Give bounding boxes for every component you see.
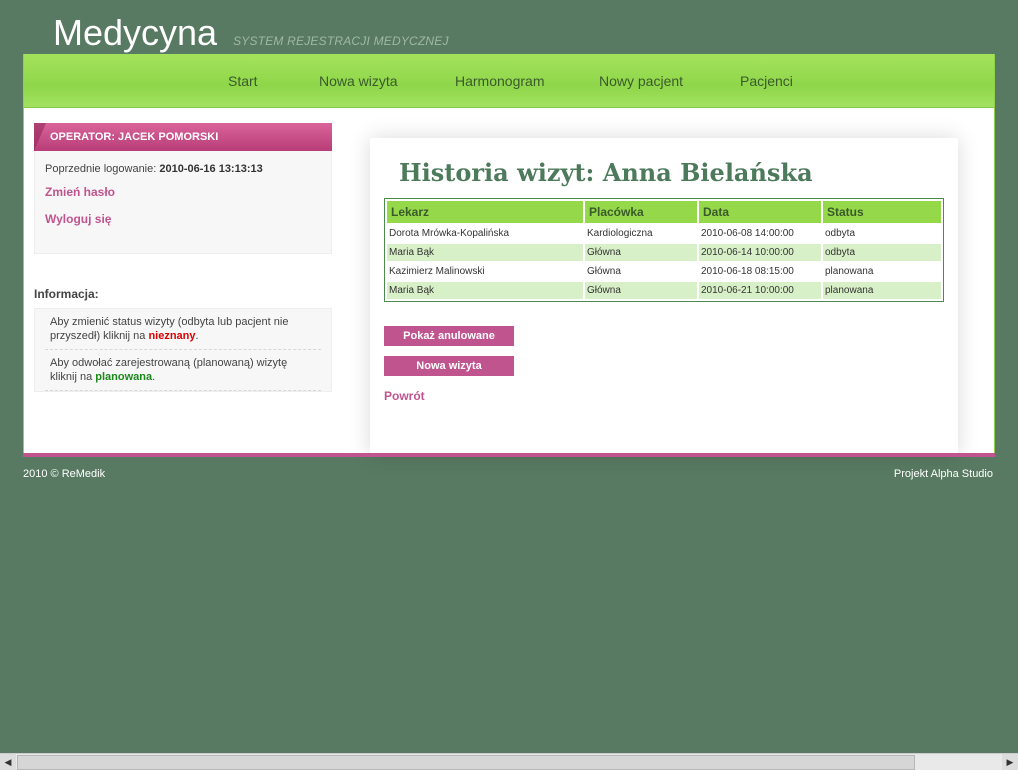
cell-status[interactable]: odbyta [823,244,941,261]
cell-doctor: Dorota Mrówka-Kopalińska [389,228,510,239]
last-login-value: 2010-06-16 13:13:13 [159,163,263,175]
info-keyword-unknown: nieznany [148,330,196,342]
cell-doctor: Kazimierz Malinowski [389,266,485,277]
cell-doctor: Maria Bąk [387,282,583,299]
site-title: Medycyna [53,12,218,53]
last-login-label: Poprzednie logowanie: [45,163,157,175]
cell-status[interactable]: planowana [823,282,941,299]
column-header-date: Data [699,201,821,223]
logout-link[interactable]: Wyloguj się [45,212,321,226]
visits-table: Lekarz Placówka Data Status Dorota Mrówk… [384,198,944,302]
sidebar: OPERATOR: JACEK POMORSKI Poprzednie logo… [34,123,332,392]
info-dot: . [152,371,156,383]
operator-header: OPERATOR: JACEK POMORSKI [34,123,332,151]
back-link[interactable]: Powrót [384,389,425,403]
cell-clinic: Główna [585,282,697,299]
cell-clinic: Główna [587,266,621,277]
info-item-cancel: Aby odwołać zarejestrowaną (planowaną) w… [45,350,321,391]
content-wrapper: Start Nowa wizyta Harmonogram Nowy pacje… [23,54,995,456]
cell-doctor: Maria Bąk [387,244,583,261]
cell-clinic: Główna [585,244,697,261]
column-header-doctor: Lekarz [387,201,583,223]
site-subtitle: SYSTEM REJESTRACJI MEDYCZNEJ [233,34,449,48]
cell-clinic: Kardiologiczna [587,228,653,239]
new-visit-button[interactable]: Nowa wizyta [384,356,514,376]
table-row: Maria Bąk Główna 2010-06-21 10:00:00 pla… [387,282,941,299]
cell-date: 2010-06-21 10:00:00 [699,282,821,299]
info-title: Informacja: [34,287,99,301]
scroll-left-icon[interactable]: ◀ [0,754,16,770]
change-password-link[interactable]: Zmień hasło [45,185,321,199]
brand: Medycyna SYSTEM REJESTRACJI MEDYCZNEJ [53,12,449,54]
column-header-status: Status [823,201,941,223]
scroll-right-icon[interactable]: ▶ [1002,754,1018,770]
horizontal-scrollbar[interactable]: ◀ ▶ [0,753,1018,770]
cell-status[interactable]: planowana [823,263,941,280]
visit-history-panel: Historia wizyt: Anna Bielańska Lekarz Pl… [370,138,958,456]
info-item-status: Aby zmienić status wizyty (odbyta lub pa… [45,309,321,350]
top-nav: Start Nowa wizyta Harmonogram Nowy pacje… [24,54,994,108]
table-row: Maria Bąk Główna 2010-06-14 10:00:00 odb… [387,244,941,261]
last-login: Poprzednie logowanie: 2010-06-16 13:13:1… [45,163,321,175]
footer-copyright: 2010 © ReMedik [23,468,106,480]
cell-date: 2010-06-14 10:00:00 [699,244,821,261]
operator-box: Poprzednie logowanie: 2010-06-16 13:13:1… [34,151,332,254]
table-row: Kazimierz Malinowski Główna 2010-06-18 0… [387,263,941,280]
nav-item-start[interactable]: Start [228,73,258,89]
show-cancelled-button[interactable]: Pokaż anulowane [384,326,514,346]
info-dot: . [195,330,199,342]
info-keyword-planned: planowana [95,371,153,383]
cell-status[interactable]: odbyta [823,225,941,242]
nav-item-schedule[interactable]: Harmonogram [455,73,544,89]
footer-divider [23,453,995,457]
table-row: Dorota Mrówka-Kopalińska Kardiologiczna … [387,225,941,242]
nav-item-new-visit[interactable]: Nowa wizyta [319,73,398,89]
nav-item-new-patient[interactable]: Nowy pacjent [599,73,683,89]
nav-item-patients[interactable]: Pacjenci [740,73,793,89]
table-header-row: Lekarz Placówka Data Status [387,201,941,223]
scrollbar-thumb[interactable] [17,755,915,770]
footer-credit: Projekt Alpha Studio [893,468,993,480]
cell-date: 2010-06-08 14:00:00 [701,228,794,239]
page-title: Historia wizyt: Anna Bielańska [399,158,813,187]
cell-date: 2010-06-18 08:15:00 [701,266,794,277]
info-text: Aby odwołać zarejestrowaną (planowaną) w… [50,357,288,383]
column-header-clinic: Placówka [585,201,697,223]
info-box: Aby zmienić status wizyty (odbyta lub pa… [34,308,332,392]
